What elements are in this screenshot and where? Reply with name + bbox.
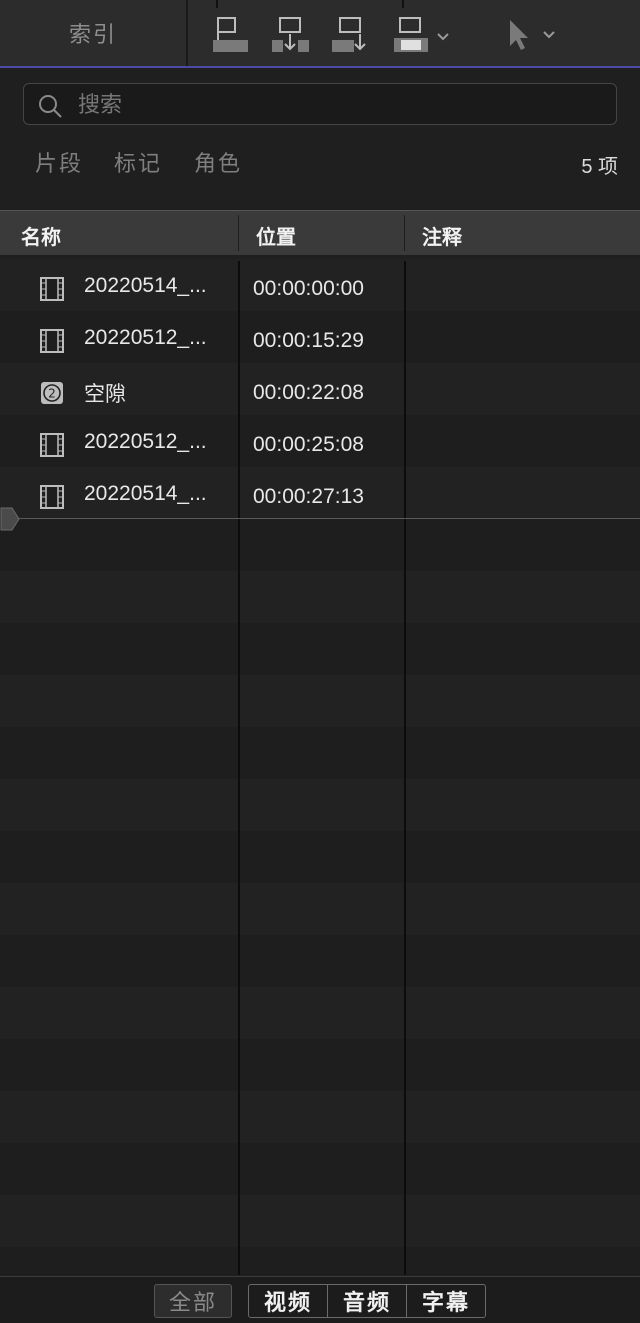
column-divider[interactable] <box>238 215 239 251</box>
film-icon <box>40 433 64 462</box>
search-input[interactable] <box>76 88 610 122</box>
column-header-name[interactable]: 名称 <box>21 221 61 250</box>
append-clip-icon[interactable] <box>332 16 370 54</box>
clip-position: 00:00:15:29 <box>253 329 364 352</box>
film-icon <box>40 329 64 358</box>
filter-all-button[interactable]: 全部 <box>154 1284 232 1318</box>
table-row-stripe <box>0 519 640 571</box>
clip-position: 00:00:25:08 <box>253 433 364 456</box>
tab-roles[interactable]: 角色 <box>194 146 242 178</box>
table-row-stripe <box>0 779 640 831</box>
clip-name: 20220514_... <box>84 482 207 505</box>
table-row-stripe <box>0 1091 640 1143</box>
table-row[interactable]: 20220514_... 00:00:00:00 <box>0 259 640 311</box>
table-row-stripe <box>0 727 640 779</box>
table-row[interactable]: 20220512_... 00:00:25:08 <box>0 415 640 467</box>
clip-position: 00:00:22:08 <box>253 381 364 404</box>
toolbar-edge <box>216 0 218 8</box>
table-row-stripe <box>0 623 640 675</box>
column-divider[interactable] <box>404 215 405 251</box>
clip-name: 空隙 <box>84 383 126 406</box>
item-count: 5 项 <box>581 156 618 178</box>
table-row[interactable]: 20220512_... 00:00:15:29 <box>0 311 640 363</box>
film-icon <box>40 485 64 514</box>
tab-clips[interactable]: 片段 <box>35 146 83 178</box>
bottom-filter-bar: 全部 视频 音频 字幕 <box>0 1276 640 1323</box>
filter-area: 片段 标记 角色 5 项 <box>0 68 640 210</box>
gap-icon: 2 <box>40 381 64 410</box>
clip-name: 20220512_... <box>84 430 207 453</box>
playhead-marker-icon[interactable] <box>0 506 20 537</box>
connect-clip-icon[interactable] <box>212 16 250 54</box>
column-header-notes[interactable]: 注释 <box>422 221 462 250</box>
svg-text:2: 2 <box>48 387 56 401</box>
tab-tags[interactable]: 标记 <box>114 146 162 178</box>
filter-audio-button[interactable]: 音频 <box>328 1285 407 1317</box>
index-title[interactable]: 索引 <box>0 0 186 66</box>
clip-name: 20220514_... <box>84 274 207 297</box>
search-icon <box>39 95 62 118</box>
playhead-line <box>16 518 640 519</box>
search-box[interactable] <box>23 83 617 125</box>
toolbar-edge <box>402 0 404 8</box>
clip-name: 20220512_... <box>84 326 207 349</box>
filter-segment-group: 视频 音频 字幕 <box>248 1284 486 1318</box>
overwrite-clip-icon[interactable] <box>394 16 454 54</box>
table-row-stripe <box>0 987 640 1039</box>
filter-video-button[interactable]: 视频 <box>249 1285 328 1317</box>
table-row-stripe <box>0 1039 640 1091</box>
select-tool-icon[interactable] <box>506 16 562 54</box>
table-row-stripe <box>0 883 640 935</box>
film-icon <box>40 277 64 306</box>
clip-position: 00:00:27:13 <box>253 485 364 508</box>
table-row-stripe <box>0 831 640 883</box>
table-body: 20220514_... 00:00:00:00 20220512_... 00… <box>0 255 640 1275</box>
insert-clip-icon[interactable] <box>272 16 310 54</box>
table-row-stripe <box>0 675 640 727</box>
table-row[interactable]: 2 空隙 00:00:22:08 <box>0 363 640 415</box>
filter-captions-button[interactable]: 字幕 <box>407 1285 485 1317</box>
table-row-stripe <box>0 571 640 623</box>
table-row-stripe <box>0 1247 640 1275</box>
table-header: 名称 位置 注释 <box>0 210 640 255</box>
toolbar-divider <box>186 0 188 66</box>
table-row-stripe <box>0 1195 640 1247</box>
clip-position: 00:00:00:00 <box>253 277 364 300</box>
toolbar: 索引 <box>0 0 640 68</box>
table-row-stripe <box>0 935 640 987</box>
column-header-position[interactable]: 位置 <box>256 221 296 250</box>
table-row[interactable]: 20220514_... 00:00:27:13 <box>0 467 640 519</box>
table-row-stripe <box>0 1143 640 1195</box>
